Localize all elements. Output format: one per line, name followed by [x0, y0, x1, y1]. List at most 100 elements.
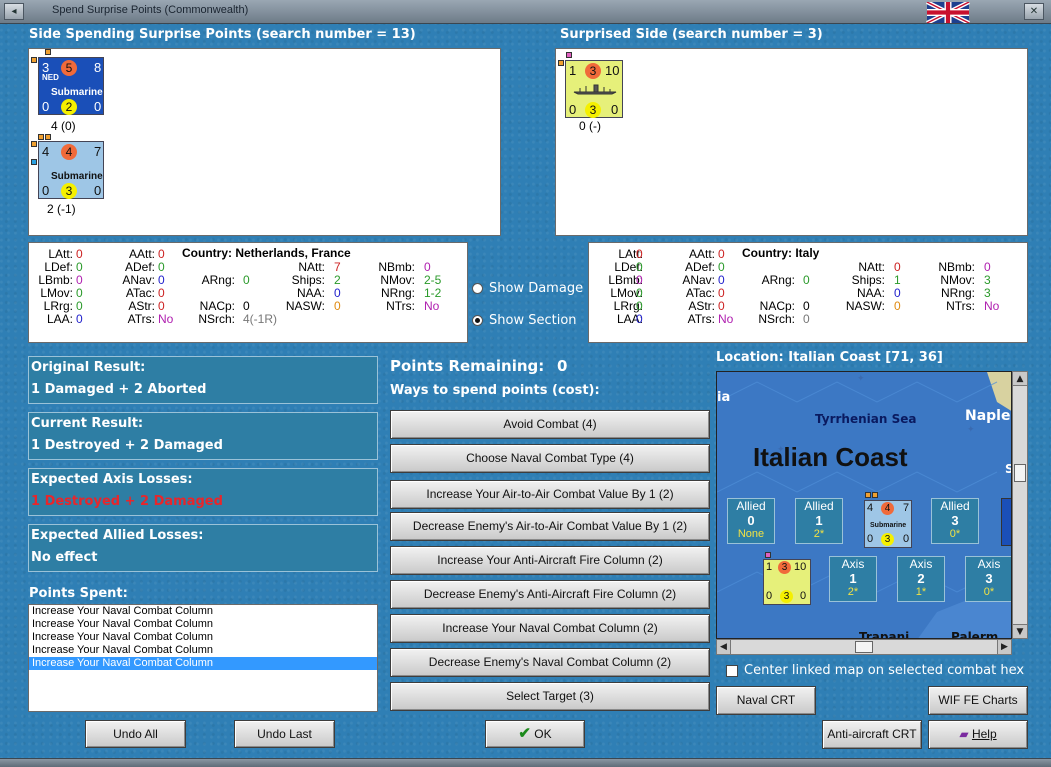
increase-anti-aircraft-button[interactable]: Increase Your Anti-Aircraft Fire Column …: [390, 546, 710, 575]
show-damage-radio[interactable]: [472, 283, 483, 294]
axis-box-3[interactable]: Axis 3 0*: [965, 556, 1011, 602]
show-damage-label[interactable]: Show Damage: [489, 281, 583, 296]
map-vertical-scrollbar[interactable]: ▲ ▼: [1012, 371, 1028, 639]
undo-last-button[interactable]: Undo Last: [234, 720, 335, 748]
status-dot: [31, 141, 37, 147]
unit-value: 3: [778, 561, 791, 574]
select-target-button[interactable]: Select Target (3): [390, 682, 710, 711]
points-spent-list[interactable]: Increase Your Naval Combat Column Increa…: [28, 604, 378, 712]
list-item[interactable]: Increase Your Naval Combat Column: [29, 605, 377, 618]
center-map-checkbox[interactable]: [726, 665, 738, 677]
unit-counter-submarine[interactable]: 4 4 7 Submarine 0 3 0: [38, 141, 104, 199]
location-map[interactable]: ✦ ✦ ✦ ia Tyrrhenian Sea Naple S Italian …: [716, 371, 1012, 639]
close-icon[interactable]: ✕: [1024, 3, 1044, 20]
stat-label-laa: LAA:: [616, 312, 643, 326]
box-number: 1: [815, 513, 823, 528]
decrease-enemy-anti-aircraft-button[interactable]: Decrease Enemy's Anti-Aircraft Fire Colu…: [390, 580, 710, 609]
stat-label-nsrch: NSrch:: [198, 312, 235, 326]
original-result-heading: Original Result:: [31, 360, 146, 375]
axis-box-1[interactable]: Axis 1 2*: [829, 556, 877, 602]
box-sub: 1*: [915, 586, 927, 598]
scroll-up-icon[interactable]: ▲: [1013, 372, 1027, 386]
list-item[interactable]: Increase Your Naval Combat Column: [29, 631, 377, 644]
box-sub: None: [737, 528, 765, 540]
scroll-down-icon[interactable]: ▼: [1013, 624, 1027, 638]
stat-label-nacp: NACp:: [199, 299, 235, 313]
unit-value: 4: [881, 502, 894, 515]
scroll-right-icon[interactable]: ▶: [997, 640, 1011, 654]
list-item[interactable]: Increase Your Naval Combat Column: [29, 644, 377, 657]
allied-box-3[interactable]: Allied 3 0*: [931, 498, 979, 544]
show-section-label[interactable]: Show Section: [489, 313, 577, 328]
unit-type: Submarine: [870, 522, 907, 529]
map-unit-axis[interactable]: 1 3 10 0 3 0: [763, 559, 811, 605]
stat-value: 3: [984, 286, 991, 300]
current-result-heading: Current Result:: [31, 416, 144, 431]
ok-label: OK: [534, 727, 552, 741]
increase-naval-combat-button[interactable]: Increase Your Naval Combat Column (2): [390, 614, 710, 643]
show-section-radio[interactable]: [472, 315, 483, 326]
title-bar: ◂ Spend Surprise Points (Commonwealth) ✕: [0, 0, 1051, 24]
axis-box-2[interactable]: Axis 2 1*: [897, 556, 945, 602]
undo-all-button[interactable]: Undo All: [85, 720, 186, 748]
allied-losses-box: Expected Allied Losses: No effect: [28, 524, 378, 572]
window-bottom-frame: [0, 758, 1051, 767]
stat-value: 0: [76, 312, 83, 326]
stat-value: 0: [158, 299, 165, 313]
map-unit-partial[interactable]: [1001, 498, 1011, 546]
ok-button[interactable]: ✔ OK: [485, 720, 585, 748]
unit-value: 4: [42, 144, 50, 159]
box-number: 0: [747, 513, 755, 528]
map-unit-allied[interactable]: 4 4 7 Submarine 0 3 0: [864, 500, 912, 548]
box-number: 2: [917, 571, 925, 586]
stat-label-arng: ARng:: [201, 273, 235, 287]
decrease-enemy-air-to-air-button[interactable]: Decrease Enemy's Air-to-Air Combat Value…: [390, 512, 710, 541]
star-mark: ✦: [967, 425, 975, 435]
allied-losses-value: No effect: [31, 550, 98, 565]
system-menu-icon[interactable]: ◂: [4, 3, 24, 20]
stat-value: 0: [158, 260, 165, 274]
stat-label-adef: ADef:: [684, 260, 715, 274]
map-horizontal-scrollbar[interactable]: ◀ ▶: [716, 639, 1012, 655]
list-item[interactable]: Increase Your Naval Combat Column: [29, 618, 377, 631]
help-button[interactable]: ▰ Help: [928, 720, 1028, 749]
stat-value: 0: [243, 299, 250, 313]
stat-value: 0: [334, 299, 341, 313]
current-result-box: Current Result: 1 Destroyed + 2 Damaged: [28, 412, 378, 460]
current-result-value: 1 Destroyed + 2 Damaged: [31, 438, 223, 453]
decrease-enemy-naval-combat-button[interactable]: Decrease Enemy's Naval Combat Column (2): [390, 648, 710, 677]
stat-value: 0: [803, 273, 810, 287]
increase-air-to-air-button[interactable]: Increase Your Air-to-Air Combat Value By…: [390, 480, 710, 509]
stat-value: No: [984, 299, 1000, 313]
map-place-right: Naple: [965, 408, 1011, 424]
stat-label-ldef: LDef:: [44, 260, 73, 274]
stat-label-lmov: LMov:: [610, 286, 643, 300]
anti-aircraft-crt-button[interactable]: Anti-aircraft CRT: [822, 720, 922, 749]
allied-box-1[interactable]: Allied 1 2*: [795, 498, 843, 544]
box-sub: 2*: [813, 528, 825, 540]
stat-label-nbmb: NBmb:: [378, 260, 415, 274]
horizontal-scroll-thumb[interactable]: [855, 641, 873, 653]
unit-counter-italian-ship[interactable]: 1 3 10 0 3 0: [565, 60, 623, 118]
avoid-combat-button[interactable]: Avoid Combat (4): [390, 410, 710, 439]
stat-value: 0: [718, 247, 725, 261]
union-jack-icon: [926, 2, 970, 23]
list-item-selected[interactable]: Increase Your Naval Combat Column: [29, 657, 377, 670]
box-side: Axis: [909, 557, 933, 571]
allied-box-0[interactable]: Allied 0 None: [727, 498, 775, 544]
naval-crt-button[interactable]: Naval CRT: [716, 686, 816, 715]
scroll-left-icon[interactable]: ◀: [717, 640, 731, 654]
stat-value: 1: [894, 273, 901, 287]
map-area-title: Italian Coast: [753, 442, 908, 472]
vertical-scroll-thumb[interactable]: [1014, 464, 1026, 482]
axis-losses-value: 1 Destroyed + 2 Damaged: [31, 494, 223, 509]
unit-counter-ned-submarine[interactable]: 3 5 8 NED Submarine 0 2 0: [38, 57, 104, 115]
stat-label-nsrch: NSrch:: [758, 312, 795, 326]
choose-naval-combat-type-button[interactable]: Choose Naval Combat Type (4): [390, 444, 710, 473]
wif-fe-charts-button[interactable]: WIF FE Charts: [928, 686, 1028, 715]
stat-value: 0: [158, 286, 165, 300]
points-remaining-value: 0: [557, 357, 568, 375]
unit-value: 3: [585, 63, 601, 79]
unit-value: 0: [94, 183, 102, 198]
center-map-label[interactable]: Center linked map on selected combat hex: [744, 663, 1024, 678]
